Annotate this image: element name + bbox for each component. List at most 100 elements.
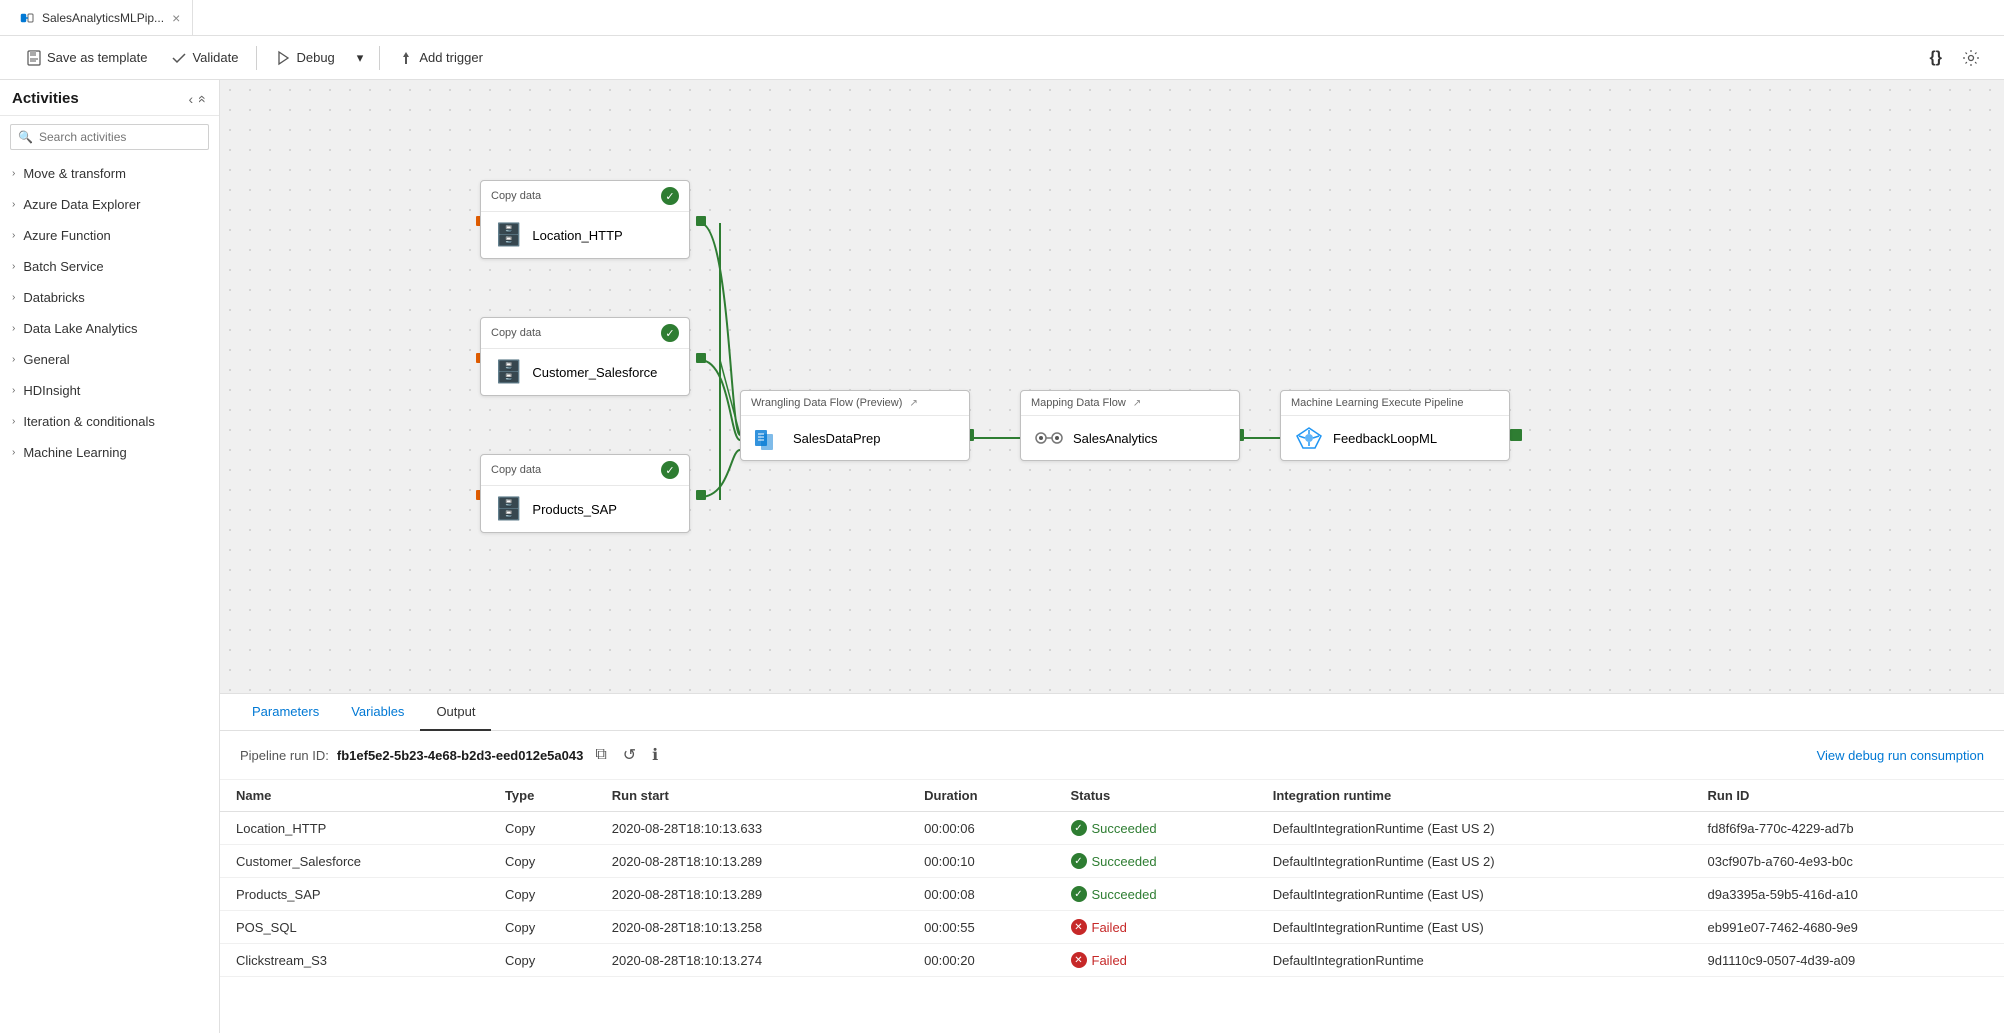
sidebar-arrow-7: › [12, 385, 15, 396]
sidebar-minimize-btn[interactable]: « [195, 95, 211, 103]
sidebar-items-container: ›Move & transform›Azure Data Explorer›Az… [0, 158, 219, 468]
output-panel: Pipeline run ID: fb1ef5e2-5b23-4e68-b2d3… [220, 731, 2004, 1033]
sidebar-arrow-2: › [12, 230, 15, 241]
sidebar-item-batch-service[interactable]: › Batch Service [0, 251, 219, 282]
sidebar-item-azure-function[interactable]: ›Azure Function [0, 220, 219, 251]
cell-type-2: Copy [489, 878, 596, 911]
table-row[interactable]: POS_SQL Copy 2020-08-28T18:10:13.258 00:… [220, 911, 2004, 944]
canvas-inner: Copy data ✓ 🗄️ Location_HTTP Copy data ✓ [220, 80, 1620, 580]
sidebar-item-hdinsight[interactable]: › HDInsight [0, 375, 219, 406]
node-copy-sap[interactable]: Copy data ✓ 🗄️ Products_SAP [480, 454, 690, 533]
code-button[interactable]: {} [1922, 44, 1950, 72]
search-input[interactable] [10, 124, 209, 150]
view-debug-link[interactable]: View debug run consumption [1817, 748, 1984, 763]
cell-duration-4: 00:00:20 [908, 944, 1054, 977]
col-type: Type [489, 780, 596, 812]
node-wrangling[interactable]: Wrangling Data Flow (Preview) ↗ SalesD [740, 390, 970, 461]
pipeline-run-info: Pipeline run ID: fb1ef5e2-5b23-4e68-b2d3… [220, 731, 2004, 780]
wrangling-icon [755, 426, 783, 450]
bottom-panel: Parameters Variables Output Pipeline run… [220, 693, 2004, 1033]
tab-close-btn[interactable]: × [172, 10, 180, 26]
debug-button[interactable]: Debug [265, 45, 344, 71]
validate-button[interactable]: Validate [161, 45, 248, 71]
mapping-icon [1035, 426, 1063, 450]
node-copy-location-header: Copy data ✓ [481, 181, 689, 212]
output-table: Name Type Run start Duration Status Inte… [220, 780, 2004, 977]
col-status: Status [1055, 780, 1257, 812]
status-failed-4: ✕Failed [1071, 952, 1241, 968]
sidebar-item-general[interactable]: ›General [0, 344, 219, 375]
settings-icon [1962, 49, 1980, 67]
node-ml-header: Machine Learning Execute Pipeline [1281, 391, 1509, 416]
save-template-button[interactable]: Save as template [16, 45, 157, 71]
wrangling-ext-link: ↗ [909, 398, 917, 409]
node-mapping[interactable]: Mapping Data Flow ↗ SalesAnalytics [1020, 390, 1240, 461]
pipeline-run-label: Pipeline run ID: [240, 748, 329, 763]
table-row[interactable]: Clickstream_S3 Copy 2020-08-28T18:10:13.… [220, 944, 2004, 977]
sidebar-header: Activities ‹ « [0, 80, 219, 116]
table-row[interactable]: Products_SAP Copy 2020-08-28T18:10:13.28… [220, 878, 2004, 911]
canvas-area: Copy data ✓ 🗄️ Location_HTTP Copy data ✓ [220, 80, 2004, 1033]
add-trigger-button[interactable]: Add trigger [388, 45, 493, 71]
tab-output[interactable]: Output [420, 694, 491, 731]
pipeline-canvas[interactable]: Copy data ✓ 🗄️ Location_HTTP Copy data ✓ [220, 80, 2004, 693]
status-success-2: ✓Succeeded [1071, 886, 1241, 902]
table-row[interactable]: Customer_Salesforce Copy 2020-08-28T18:1… [220, 845, 2004, 878]
cell-runtime-2: DefaultIntegrationRuntime (East US) [1257, 878, 1692, 911]
status-dot-0: ✓ [1071, 820, 1087, 836]
cell-name-1: Customer_Salesforce [220, 845, 489, 878]
tab-parameters[interactable]: Parameters [236, 694, 335, 731]
node-ml[interactable]: Machine Learning Execute Pipeline Feedba… [1280, 390, 1510, 461]
col-duration: Duration [908, 780, 1054, 812]
tab-bar: SalesAnalyticsMLPip... × [0, 0, 2004, 36]
node-wrangling-header: Wrangling Data Flow (Preview) ↗ [741, 391, 969, 416]
col-run-id: Run ID [1692, 780, 2004, 812]
node-copy-salesforce[interactable]: Copy data ✓ 🗄️ Customer_Salesforce [480, 317, 690, 396]
connections-svg [220, 80, 1620, 580]
cell-run-id-0: fd8f6f9a-770c-4229-ad7b [1692, 812, 2004, 845]
sidebar-collapse-btn[interactable]: ‹ [189, 91, 194, 107]
status-success-0: ✓Succeeded [1071, 820, 1241, 836]
settings-button[interactable] [1954, 44, 1988, 72]
node-copy-sap-header: Copy data ✓ [481, 455, 689, 486]
sidebar-item-azure-data-explorer[interactable]: ›Azure Data Explorer [0, 189, 219, 220]
sidebar-arrow-3: › [12, 261, 15, 272]
cell-run-start-1: 2020-08-28T18:10:13.289 [596, 845, 908, 878]
cell-run-start-3: 2020-08-28T18:10:13.258 [596, 911, 908, 944]
col-name: Name [220, 780, 489, 812]
node-ml-body: FeedbackLoopML [1281, 416, 1509, 460]
cell-status-2: ✓Succeeded [1055, 878, 1257, 911]
copy-run-id-button[interactable]: ⧉ [591, 744, 610, 766]
trigger-icon [398, 50, 414, 66]
node-copy-location[interactable]: Copy data ✓ 🗄️ Location_HTTP [480, 180, 690, 259]
node-copy2-status: ✓ [661, 324, 679, 342]
debug-dropdown-button[interactable]: ▾ [349, 45, 372, 71]
node-copy-location-body: 🗄️ Location_HTTP [481, 212, 689, 258]
sidebar-item-label-1: Azure Data Explorer [23, 197, 140, 212]
tab-variables[interactable]: Variables [335, 694, 420, 731]
status-dot-3: ✕ [1071, 919, 1087, 935]
cell-name-0: Location_HTTP [220, 812, 489, 845]
sidebar-item-databricks[interactable]: ›Databricks [0, 282, 219, 313]
status-dot-4: ✕ [1071, 952, 1087, 968]
node-copy1-status: ✓ [661, 187, 679, 205]
refresh-button[interactable]: ↺ [619, 743, 640, 767]
table-row[interactable]: Location_HTTP Copy 2020-08-28T18:10:13.6… [220, 812, 2004, 845]
copy-icon-2: 🗄️ [495, 359, 522, 385]
sidebar-item-machine-learning[interactable]: ›Machine Learning [0, 437, 219, 468]
sidebar-item-move-and-transform[interactable]: ›Move & transform [0, 158, 219, 189]
pipeline-tab[interactable]: SalesAnalyticsMLPip... × [8, 0, 193, 36]
sidebar-item-label-3: Batch Service [23, 259, 103, 274]
copy-icon-1: 🗄️ [495, 222, 522, 248]
cell-run-id-4: 9d1110c9-0507-4d39-a09 [1692, 944, 2004, 977]
toolbar: Save as template Validate Debug ▾ Add tr… [0, 36, 2004, 80]
sidebar-search: 🔍 [10, 124, 209, 150]
sidebar-item-label-4: Databricks [23, 290, 84, 305]
sidebar-item-iteration-and-conditionals[interactable]: ›Iteration & conditionals [0, 406, 219, 437]
status-dot-1: ✓ [1071, 853, 1087, 869]
node-mapping-body: SalesAnalytics [1021, 416, 1239, 460]
sidebar-item-label-7: HDInsight [23, 383, 80, 398]
info-button[interactable]: ℹ [648, 743, 662, 767]
sidebar-item-data-lake-analytics[interactable]: ›Data Lake Analytics [0, 313, 219, 344]
sidebar: Activities ‹ « 🔍 ›Move & transform›Azure… [0, 80, 220, 1033]
